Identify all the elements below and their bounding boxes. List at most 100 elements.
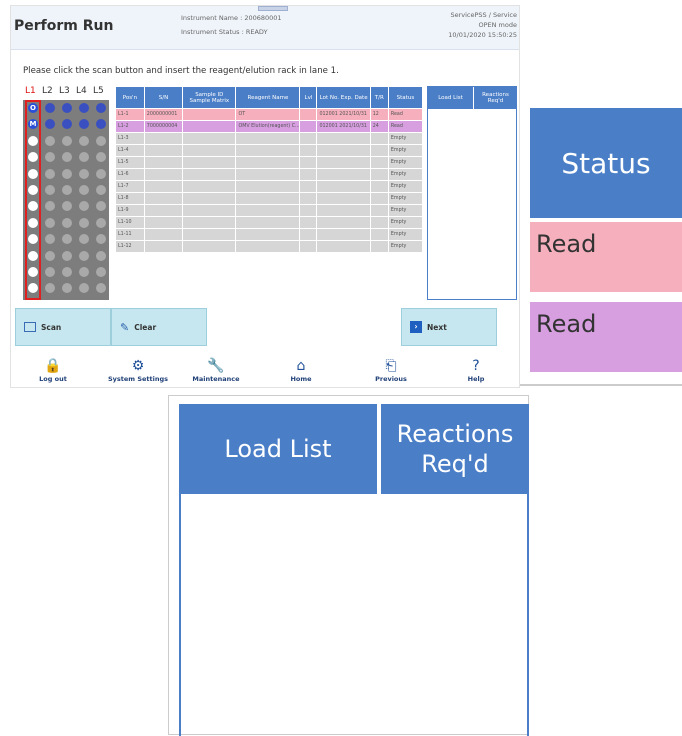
cell-tr: 12 [369,108,389,121]
bottom-navigation: 🔒 Log out ⚙ System Settings 🔧 Maintenanc… [11,357,519,387]
load-list-zoom-inset: Load List Reactions Req'd [168,395,529,736]
cell-status: Empty [387,180,424,193]
rack-well [96,185,106,195]
cell-tr [369,228,389,241]
rack-well [79,119,89,130]
lane-label-l3[interactable]: L3 [59,86,70,96]
scan-button[interactable]: Scan [15,308,111,346]
cell-serial [143,180,184,193]
cell-serial [143,192,184,205]
table-row[interactable]: L1-9 Empty [115,204,424,217]
cell-lot-exp [316,228,371,241]
lane-label-l5[interactable]: L5 [93,86,104,96]
cell-status: Read [387,108,424,121]
wrench-icon: 🔧 [207,358,225,374]
cell-serial: 7000000004 [143,120,184,133]
cell-position: L1-6 [115,168,145,181]
gear-icon: ⚙ [131,358,145,374]
rack-well [45,168,55,179]
datetime-label: 10/01/2020 15:50:25 [448,31,517,39]
cell-lot-exp [316,240,371,253]
rack-well [62,185,72,195]
cell-status: Empty [387,168,424,181]
cell-reagent-name [235,228,301,241]
rack-well [28,168,38,179]
header-tab-handle[interactable] [258,6,288,11]
nav-help[interactable]: ? Help [436,357,516,383]
cell-level [299,192,318,205]
lane-label-l2[interactable]: L2 [42,86,53,96]
nav-maintenance[interactable]: 🔧 Maintenance [176,357,256,383]
rack-well [28,217,38,228]
rack-well [96,135,106,146]
cell-level [299,180,318,193]
nav-log-out[interactable]: 🔒 Log out [13,357,93,383]
clear-button[interactable]: ✎ Clear [111,308,207,346]
cell-level [299,120,318,133]
rack-well [62,267,72,277]
rack-well [62,152,72,163]
cell-status: Read [387,120,424,133]
cell-sample-id [182,120,237,133]
nav-system-settings[interactable]: ⚙ System Settings [98,357,178,383]
rack-well [28,250,38,261]
rack-well [79,283,89,294]
previous-icon: ⎗ [385,358,397,374]
cell-position: L1-1 [115,108,145,121]
table-row[interactable]: L1-5 Empty [115,156,424,169]
page-title: Perform Run [14,18,114,34]
cell-serial [143,132,184,145]
cell-level [299,108,318,121]
rack-well [79,250,89,261]
table-row[interactable]: L1-3 Empty [115,132,424,145]
table-row[interactable]: L1-10 Empty [115,216,424,229]
table-row[interactable]: L1-6 Empty [115,168,424,181]
next-button[interactable]: › Next [401,308,497,346]
cell-serial [143,216,184,229]
help-icon: ? [472,358,480,374]
nav-system-settings-label: System Settings [107,375,169,383]
table-row[interactable]: L1-7 Empty [115,180,424,193]
table-row[interactable]: L1-2 7000000004 OMV Elution(reagent) C... 0… [115,120,424,133]
cell-sample-id [182,180,237,193]
status-zoom-header: Status [530,108,682,218]
instruction-text: Please click the scan button and insert … [23,66,339,76]
rack-well [62,250,72,261]
table-row[interactable]: L1-1 2000000001 OT 012001 2021/10/31 12 Read [115,108,424,121]
cell-level [299,144,318,157]
cell-position: L1-4 [115,144,145,157]
cell-lot-exp [316,156,371,169]
perform-run-screen: Perform Run Instrument Name : 200680001 … [10,5,520,388]
home-icon: ⌂ [296,358,306,374]
instrument-status: Instrument Status : READY [181,28,268,36]
rack-well [45,185,55,195]
lane-label-l1[interactable]: L1 [25,86,36,96]
cell-tr [369,204,389,217]
lock-icon: 🔒 [44,358,62,374]
cell-reagent-name [235,132,301,145]
cell-position: L1-12 [115,240,145,253]
cell-lot-exp [316,204,371,217]
cell-tr [369,240,389,253]
col-tr: T/R [369,86,389,109]
rack-well [28,135,38,146]
table-row[interactable]: L1-8 Empty [115,192,424,205]
status-zoom-inset: Status Read Read [520,98,682,386]
table-row[interactable]: L1-11 Empty [115,228,424,241]
table-row[interactable]: L1-12 Empty [115,240,424,253]
cell-position: L1-8 [115,192,145,205]
lane-label-l4[interactable]: L4 [76,86,87,96]
table-row[interactable]: L1-4 Empty [115,144,424,157]
rack-position-table: Pos'n S/N Sample ID Sample Matrix Reagen… [115,86,424,253]
nav-home[interactable]: ⌂ Home [261,357,341,383]
cell-sample-id [182,192,237,205]
cell-lot-exp: 012001 2021/10/31 [316,120,371,133]
cell-reagent-name: OT [235,108,301,121]
cell-serial [143,144,184,157]
barcode-icon [24,322,36,332]
rack-well [28,267,38,277]
cell-position: L1-10 [115,216,145,229]
rack-well [96,217,106,228]
nav-previous[interactable]: ⎗ Previous [351,357,431,383]
cell-level [299,228,318,241]
